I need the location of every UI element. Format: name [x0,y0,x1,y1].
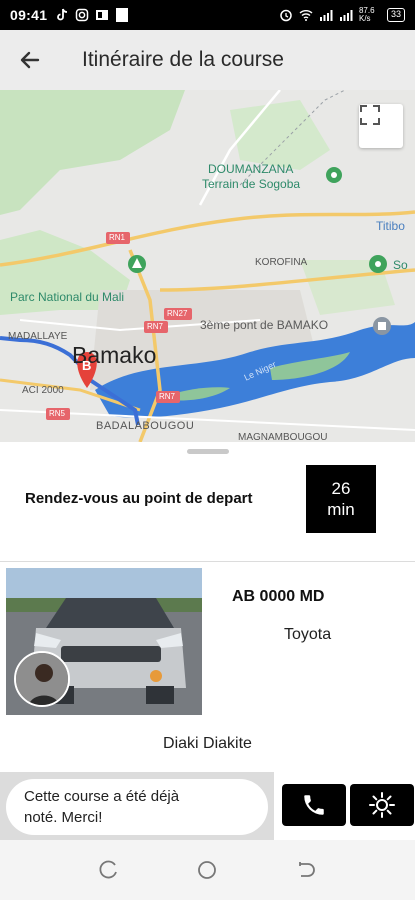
light-mode-button[interactable] [350,784,414,826]
network-speed: 87.6 K/s [358,6,375,23]
place-pin-icon [369,255,387,273]
bottom-sheet-handle[interactable] [187,449,229,454]
system-nav-bar [0,840,415,900]
map-label: Titibo [376,219,405,233]
meeting-point-text: Rendez-vous au point de depart [25,490,253,507]
route-shield: RN1 [109,233,126,242]
instagram-icon [76,8,89,22]
landmark-pin-icon [373,317,391,335]
license-plate: AB 0000 MD [232,588,325,605]
tiktok-icon [57,8,68,21]
phone-icon [304,795,324,815]
map-label: So [393,258,408,272]
call-button[interactable] [282,784,346,826]
map-label: MADALLAYE [8,331,68,342]
map-label: KOROFINA [255,257,308,268]
recent-apps-icon [99,860,118,879]
route-shield: RN27 [167,309,188,318]
sun-icon [369,792,395,818]
home-circle-icon [198,861,217,879]
map-label: DOUMANZANA [208,162,294,176]
app-bar: Itinéraire de la course [0,30,415,90]
vehicle-brand: Toyota [284,626,332,643]
meeting-point-row: Rendez-vous au point de depart 26 min [0,462,415,544]
eta-value: 26 [331,479,351,498]
signal-icon [319,10,333,21]
tree-pin-icon [128,255,146,273]
map-label: ACI 2000 [22,385,64,396]
status-bar: 09:41 87.6 K/s 33 [0,0,415,30]
park-area [0,90,185,215]
office-icon [96,10,109,20]
rating-note: Cette course a été déjà noté. Merci! [6,779,268,835]
map-label: BADALABOUGOU [96,420,195,432]
bottom-action-panel: Cette course a été déjà noté. Merci! [0,772,415,840]
vehicle-photo [6,568,202,715]
marker-label: B [82,358,92,373]
park-area [230,100,330,170]
driver-name: Diaki Diakite [163,735,252,752]
place-pin-icon [326,167,342,183]
fullscreen-button[interactable] [359,104,403,148]
map-label: 3ème pont de BAMAKO [200,318,329,332]
rating-note-area: Cette course a été déjà noté. Merci! [0,772,274,840]
map-label: MAGNAMBOUGOU [238,432,328,442]
map-label: Terrain de Sogoba [202,177,301,191]
recent-apps-button[interactable] [89,850,129,890]
wifi-icon [299,10,313,21]
back-button[interactable] [0,30,60,90]
eta-unit: min [327,500,355,519]
status-time: 09:41 [10,7,48,23]
rating-note-line1: Cette course a été déjà [24,788,180,805]
page-title: Itinéraire de la course [82,48,284,71]
back-nav-button[interactable] [286,850,326,890]
divider [0,561,415,562]
rating-note-line2: noté. Merci! [24,809,103,826]
signal-icon-2 [339,10,353,21]
route-shield: RN5 [49,409,66,418]
back-nav-icon [298,862,315,877]
fullscreen-icon [360,105,380,125]
driver-avatar [14,651,70,707]
route-shield: RN7 [147,322,164,331]
route-shield: RN7 [159,392,176,401]
arrow-left-icon [20,51,40,69]
route-map[interactable]: DOUMANZANA Terrain de Sogoba Titibo So K… [0,90,415,442]
notification-square-icon [116,8,129,22]
home-button[interactable] [187,850,227,890]
eta-badge: 26 min [306,465,376,533]
map-label: Parc National du Mali [10,290,125,304]
battery-indicator: 33 [386,8,405,22]
alarm-icon [280,9,292,22]
